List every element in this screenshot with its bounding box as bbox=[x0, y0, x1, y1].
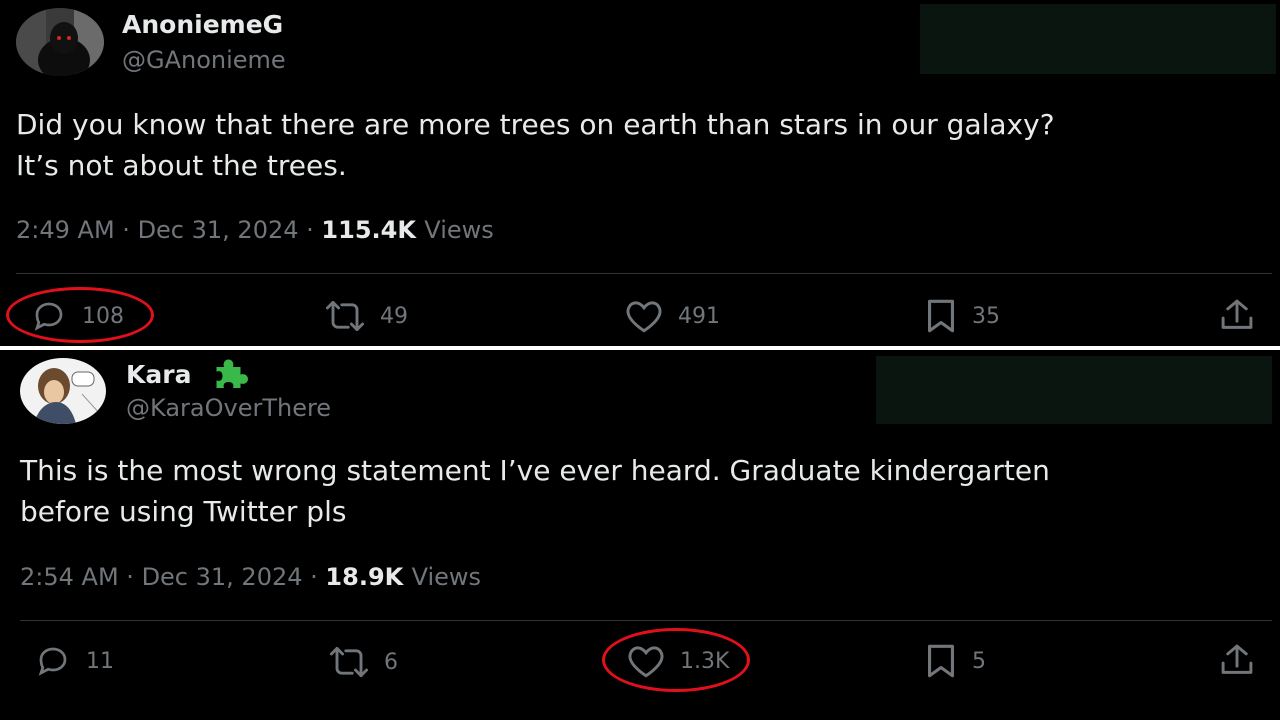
share-button[interactable] bbox=[1216, 643, 1258, 677]
views-count: 115.4K bbox=[321, 216, 425, 244]
display-name[interactable]: Kara bbox=[126, 360, 191, 389]
display-name-row: Kara bbox=[126, 358, 249, 394]
repost-button[interactable]: 6 bbox=[326, 646, 398, 678]
reply-count: 11 bbox=[86, 648, 114, 674]
tweet-text-line: Did you know that there are more trees o… bbox=[16, 108, 1055, 141]
tweet-text: This is the most wrong statement I’ve ev… bbox=[20, 450, 1260, 532]
avatar[interactable] bbox=[20, 358, 106, 424]
share-icon bbox=[1221, 644, 1253, 674]
timestamp-date[interactable]: Dec 31, 2024 bbox=[138, 216, 299, 244]
redacted-area bbox=[920, 4, 1276, 74]
tweet-meta: 2:49 AM · Dec 31, 2024 · 115.4K Views bbox=[16, 216, 494, 244]
bookmark-icon bbox=[927, 299, 955, 333]
bookmark-icon bbox=[927, 644, 955, 678]
repost-button[interactable]: 49 bbox=[322, 300, 408, 332]
views-label: Views bbox=[411, 563, 482, 591]
meta-separator: · bbox=[310, 563, 326, 591]
meta-separator: · bbox=[126, 563, 142, 591]
repost-count: 6 bbox=[384, 649, 398, 675]
timestamp-time[interactable]: 2:49 AM bbox=[16, 216, 115, 244]
tweet-reply: Kara @KaraOverThere This is the most wro… bbox=[0, 350, 1280, 720]
tweet-text-line: before using Twitter pls bbox=[20, 495, 347, 528]
divider bbox=[20, 620, 1272, 621]
timestamp-time[interactable]: 2:54 AM bbox=[20, 563, 119, 591]
views-label: Views bbox=[424, 216, 494, 244]
views-count: 18.9K bbox=[325, 563, 412, 591]
tweet-text-line: It’s not about the trees. bbox=[16, 149, 347, 182]
bookmark-count: 5 bbox=[972, 648, 986, 674]
highlight-circle bbox=[602, 628, 750, 692]
tweet-meta: 2:54 AM · Dec 31, 2024 · 18.9K Views bbox=[20, 563, 481, 591]
meta-separator: · bbox=[122, 216, 138, 244]
share-icon bbox=[1221, 299, 1253, 329]
share-button[interactable] bbox=[1216, 298, 1258, 332]
bookmark-button[interactable]: 5 bbox=[922, 643, 986, 679]
tweet-text-line: This is the most wrong statement I’ve ev… bbox=[20, 454, 1050, 487]
like-count: 491 bbox=[678, 303, 720, 329]
reply-button[interactable]: 11 bbox=[32, 643, 114, 679]
divider bbox=[16, 273, 1272, 274]
redacted-area bbox=[876, 356, 1272, 424]
meta-separator: · bbox=[306, 216, 322, 244]
handle[interactable]: @GAnonieme bbox=[122, 46, 286, 74]
handle[interactable]: @KaraOverThere bbox=[126, 394, 331, 422]
avatar[interactable] bbox=[16, 8, 104, 76]
reply-icon bbox=[38, 647, 67, 676]
repost-count: 49 bbox=[380, 303, 408, 329]
like-button[interactable]: 491 bbox=[622, 298, 720, 334]
heart-icon bbox=[626, 301, 662, 333]
display-name[interactable]: AnoniemeG bbox=[122, 10, 283, 39]
bookmark-count: 35 bbox=[972, 303, 1000, 329]
tweet-original: AnoniemeG @GAnonieme Did you know that t… bbox=[0, 0, 1280, 346]
tweet-text: Did you know that there are more trees o… bbox=[16, 104, 1256, 186]
repost-icon bbox=[325, 300, 365, 332]
puzzle-piece-icon bbox=[212, 358, 249, 394]
bookmark-button[interactable]: 35 bbox=[922, 298, 1000, 334]
repost-icon bbox=[329, 646, 369, 678]
timestamp-date[interactable]: Dec 31, 2024 bbox=[142, 563, 303, 591]
highlight-circle bbox=[6, 287, 154, 343]
